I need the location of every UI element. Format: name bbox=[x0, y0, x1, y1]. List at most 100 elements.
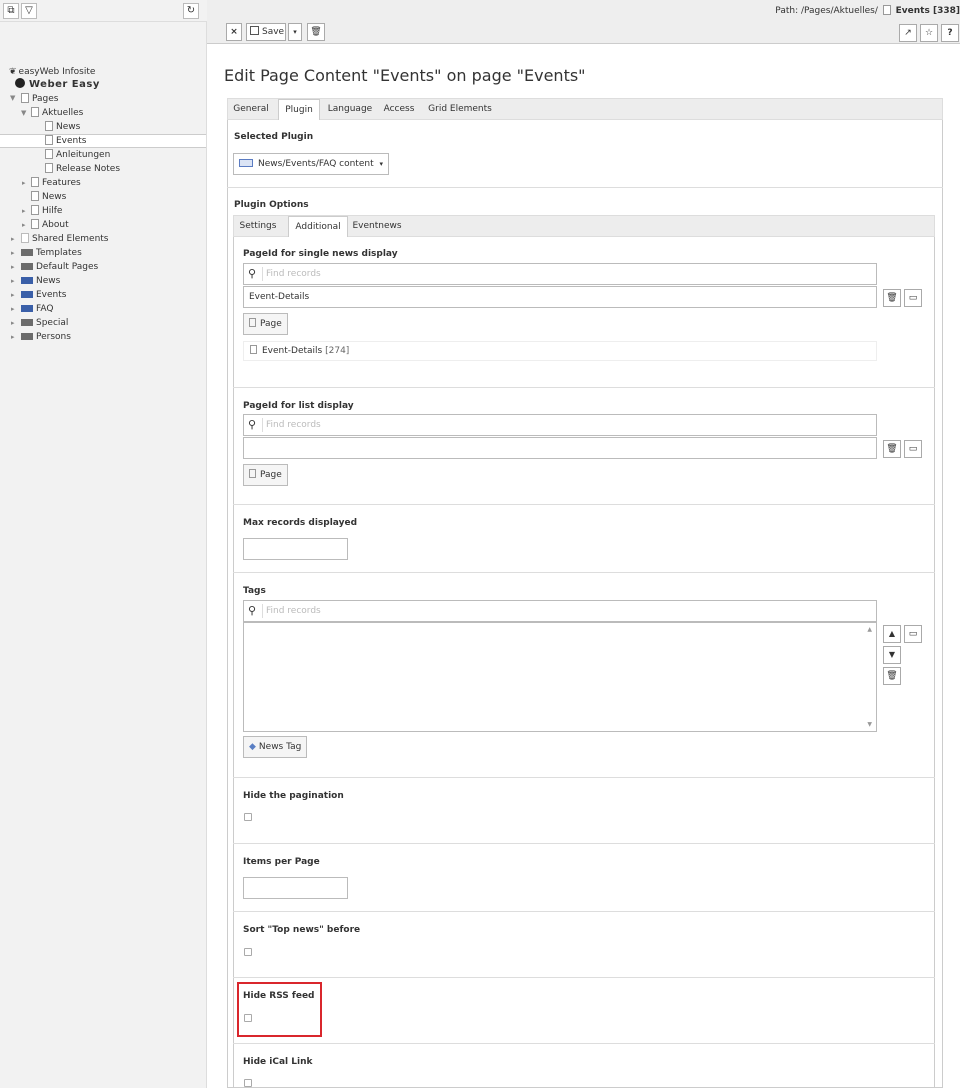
tree-node-anleitungen[interactable]: Anleitungen bbox=[45, 148, 110, 162]
browse-button[interactable]: ▭ bbox=[904, 440, 922, 458]
tree-node-label: FAQ bbox=[36, 304, 54, 314]
items-per-page-input[interactable] bbox=[243, 877, 348, 899]
bookmark-button[interactable]: ☆ bbox=[920, 24, 938, 42]
close-button[interactable]: × bbox=[226, 23, 242, 41]
tab-access[interactable]: Access bbox=[378, 99, 420, 120]
scroll-up-icon[interactable]: ▲ bbox=[867, 626, 872, 633]
root-title: Weber Easy bbox=[29, 79, 100, 90]
add-news-tag-button[interactable]: ◆ News Tag bbox=[243, 736, 308, 758]
save-button[interactable]: Save bbox=[246, 23, 286, 41]
collapse-toggle-icon[interactable]: ▼ bbox=[21, 106, 26, 120]
folder-icon: ▭ bbox=[908, 293, 918, 303]
expand-toggle-icon[interactable]: ▸ bbox=[22, 176, 26, 190]
expand-toggle-icon[interactable]: ▸ bbox=[11, 232, 15, 246]
hide-ical-checkbox[interactable] bbox=[244, 1079, 252, 1087]
expand-toggle-icon[interactable]: ▸ bbox=[11, 302, 15, 316]
tree-node-aktuelles[interactable]: Aktuelles bbox=[31, 106, 83, 120]
expand-toggle-icon[interactable]: ▸ bbox=[22, 218, 26, 232]
expand-toggle-icon[interactable]: ▸ bbox=[11, 330, 15, 344]
divider bbox=[233, 843, 935, 844]
tree-node-news[interactable]: News bbox=[45, 120, 80, 134]
remove-button[interactable]: 🗑 bbox=[883, 667, 901, 685]
site-root[interactable]: ❦ easyWeb Infosite bbox=[9, 65, 95, 79]
tags-search[interactable]: ⚲ Find records bbox=[243, 600, 877, 622]
tab-general[interactable]: General bbox=[228, 99, 274, 120]
tab-plugin[interactable]: Plugin bbox=[278, 99, 320, 121]
tab-grid-elements[interactable]: Grid Elements bbox=[424, 99, 496, 120]
remove-button[interactable]: 🗑 bbox=[883, 289, 901, 307]
expand-toggle-icon[interactable]: ▸ bbox=[11, 316, 15, 330]
move-down-button[interactable]: ▼ bbox=[883, 646, 901, 664]
root-page[interactable]: Weber Easy bbox=[15, 78, 100, 92]
filter-icon[interactable]: ▽ bbox=[21, 3, 37, 19]
expand-toggle-icon[interactable]: ▸ bbox=[11, 246, 15, 260]
single-news-search[interactable]: ⚲ Find records bbox=[243, 263, 877, 285]
tab-language[interactable]: Language bbox=[324, 99, 376, 120]
tree-node-events-selected[interactable]: Events bbox=[45, 134, 86, 148]
expand-toggle-icon[interactable]: ▸ bbox=[11, 288, 15, 302]
refresh-icon[interactable]: ↻ bbox=[183, 3, 199, 19]
tree-node-label: News bbox=[36, 276, 61, 286]
tree-node-events-folder[interactable]: Events bbox=[21, 288, 66, 302]
max-records-input[interactable] bbox=[243, 538, 348, 560]
plugin-icon bbox=[239, 159, 253, 167]
tree-node-default-pages[interactable]: Default Pages bbox=[21, 260, 98, 274]
tree-node-shared-elements[interactable]: Shared Elements bbox=[21, 232, 109, 246]
tree-node-faq[interactable]: FAQ bbox=[21, 302, 53, 316]
expand-toggle-icon[interactable]: ▸ bbox=[11, 274, 15, 288]
tree-node-label: News bbox=[42, 192, 67, 202]
single-news-field[interactable]: Event-Details bbox=[243, 286, 877, 308]
tree-node-news-2[interactable]: News bbox=[31, 190, 66, 204]
tree-node-news-folder[interactable]: News bbox=[21, 274, 60, 288]
tab-additional[interactable]: Additional bbox=[288, 216, 348, 238]
move-up-button[interactable]: ▲ bbox=[883, 625, 901, 643]
expand-toggle-icon[interactable]: ▸ bbox=[22, 204, 26, 218]
hide-rss-checkbox[interactable] bbox=[244, 1014, 252, 1022]
tree-node-label: Pages bbox=[32, 94, 59, 104]
breadcrumb: Path: /Pages/Aktuelles/ Events [338] bbox=[775, 2, 960, 20]
page-icon bbox=[21, 233, 29, 243]
page-title: Edit Page Content "Events" on page "Even… bbox=[224, 66, 586, 85]
sort-top-news-checkbox[interactable] bbox=[244, 948, 252, 956]
tags-list[interactable]: ▲ ▼ bbox=[243, 622, 877, 732]
expand-toggle-icon[interactable]: ▸ bbox=[11, 260, 15, 274]
tree-node-pages[interactable]: Pages bbox=[21, 92, 58, 106]
tree-node-hilfe[interactable]: Hilfe bbox=[31, 204, 62, 218]
selected-record[interactable]: Event-Details [274] bbox=[243, 341, 877, 361]
hide-pagination-checkbox[interactable] bbox=[244, 813, 252, 821]
tree-node-persons[interactable]: Persons bbox=[21, 330, 71, 344]
browse-button[interactable]: ▭ bbox=[904, 625, 922, 643]
selected-row-highlight bbox=[0, 134, 206, 148]
scroll-down-icon[interactable]: ▼ bbox=[867, 721, 872, 728]
list-display-search[interactable]: ⚲ Find records bbox=[243, 414, 877, 436]
breadcrumb-current[interactable]: Events [338] bbox=[896, 6, 960, 16]
search-placeholder: Find records bbox=[266, 606, 321, 616]
collapse-toggle-icon[interactable]: ▼ bbox=[10, 91, 15, 105]
list-display-label: PageId for list display bbox=[243, 401, 354, 411]
help-button[interactable]: ? bbox=[941, 24, 959, 42]
plugin-option-tabs: Settings Additional Eventnews bbox=[233, 215, 935, 238]
remove-button[interactable]: 🗑 bbox=[883, 440, 901, 458]
save-dropdown-button[interactable]: ▾ bbox=[288, 23, 302, 41]
divider bbox=[233, 1043, 935, 1044]
record-title: Event-Details bbox=[262, 346, 323, 356]
tree-node-special[interactable]: Special bbox=[21, 316, 68, 330]
delete-button[interactable]: 🗑 bbox=[307, 23, 325, 41]
browse-button[interactable]: ▭ bbox=[904, 289, 922, 307]
tree-node-about[interactable]: About bbox=[31, 218, 69, 232]
tree-node-release-notes[interactable]: Release Notes bbox=[45, 162, 120, 176]
tree-node-features[interactable]: Features bbox=[31, 176, 81, 190]
add-page-button[interactable]: Page bbox=[243, 464, 288, 486]
page-icon bbox=[45, 149, 53, 159]
chevron-down-icon: ▾ bbox=[379, 160, 383, 168]
items-per-page-label: Items per Page bbox=[243, 857, 320, 867]
tab-eventnews[interactable]: Eventnews bbox=[350, 216, 404, 237]
tree-node-templates[interactable]: Templates bbox=[21, 246, 82, 260]
new-page-icon[interactable]: ⧉ bbox=[3, 3, 19, 19]
view-webpage-button[interactable]: ↗ bbox=[899, 24, 917, 42]
page-icon bbox=[31, 107, 39, 117]
list-display-field[interactable] bbox=[243, 437, 877, 459]
plugin-select[interactable]: News/Events/FAQ content ▾ bbox=[233, 153, 389, 175]
add-page-button[interactable]: Page bbox=[243, 313, 288, 335]
tab-settings[interactable]: Settings bbox=[234, 216, 282, 237]
